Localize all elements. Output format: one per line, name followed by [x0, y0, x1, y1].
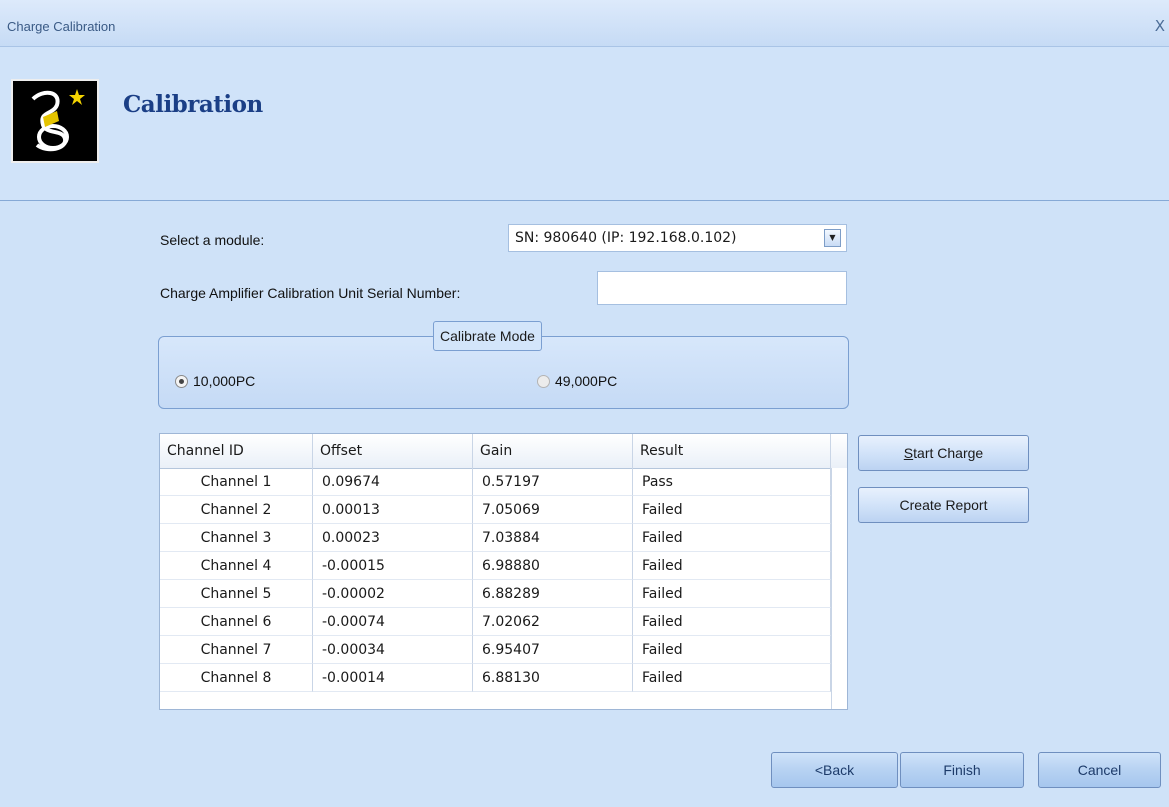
column-header-channel-id[interactable]: Channel ID	[160, 434, 313, 468]
table-cell: Channel 6	[160, 608, 313, 636]
serial-number-label: Charge Amplifier Calibration Unit Serial…	[160, 285, 461, 301]
create-report-button[interactable]: Create Report	[858, 487, 1029, 523]
table-cell: Failed	[633, 552, 831, 580]
table-cell: 0.57197	[473, 468, 633, 496]
column-header-offset[interactable]: Offset	[313, 434, 473, 468]
table-cell: Failed	[633, 608, 831, 636]
column-header-gain[interactable]: Gain	[473, 434, 633, 468]
table-row[interactable]: Channel 1 0.09674 0.57197 Pass	[160, 468, 832, 496]
table-cell: Channel 3	[160, 524, 313, 552]
table-cell: 6.88289	[473, 580, 633, 608]
page-title: Calibration	[123, 91, 263, 118]
radio-49000pc	[537, 375, 550, 388]
table-cell: Failed	[633, 524, 831, 552]
wizard-header	[0, 47, 1169, 201]
start-charge-button[interactable]: Start Charge	[858, 435, 1029, 471]
table-cell: Channel 7	[160, 636, 313, 664]
radio-10000pc-label[interactable]: 10,000PC	[193, 373, 255, 389]
column-header-result[interactable]: Result	[633, 434, 831, 468]
table-cell: 7.02062	[473, 608, 633, 636]
table-cell: Channel 8	[160, 664, 313, 692]
back-button[interactable]: <Back	[771, 752, 898, 788]
table-cell: -0.00034	[313, 636, 473, 664]
results-table: Channel ID Offset Gain Result Channel 10…	[159, 433, 848, 710]
module-select[interactable]: SN: 980640 (IP: 192.168.0.102) ▼	[508, 224, 847, 252]
table-row[interactable]: Channel 2 0.00013 7.05069 Failed	[160, 496, 832, 524]
chevron-down-icon[interactable]: ▼	[824, 229, 841, 247]
radio-10000pc[interactable]	[175, 375, 188, 388]
module-select-value: SN: 980640 (IP: 192.168.0.102)	[515, 230, 737, 246]
radio-49000pc-label: 49,000PC	[555, 373, 618, 389]
calibrate-mode-title: Calibrate Mode	[433, 321, 542, 351]
table-cell: Failed	[633, 496, 831, 524]
table-cell: -0.00074	[313, 608, 473, 636]
table-cell: Channel 1	[160, 468, 313, 496]
table-row[interactable]: Channel 3 0.00023 7.03884 Failed	[160, 524, 832, 552]
table-cell: -0.00015	[313, 552, 473, 580]
close-icon[interactable]: X	[1155, 17, 1165, 35]
table-cell: Channel 5	[160, 580, 313, 608]
table-cell: 0.00023	[313, 524, 473, 552]
table-cell: 6.88130	[473, 664, 633, 692]
start-charge-mnemonic: S	[903, 445, 914, 461]
table-cell: 6.95407	[473, 636, 633, 664]
table-scrollbar[interactable]	[831, 468, 847, 709]
finish-button[interactable]: Finish	[900, 752, 1024, 788]
table-row[interactable]: Channel 5 -0.00002 6.88289 Failed	[160, 580, 832, 608]
table-header: Channel ID Offset Gain Result	[160, 434, 847, 469]
table-cell: 6.98880	[473, 552, 633, 580]
table-cell: Failed	[633, 664, 831, 692]
table-cell: -0.00002	[313, 580, 473, 608]
table-cell: 7.03884	[473, 524, 633, 552]
table-row[interactable]: Channel 6 -0.00074 7.02062 Failed	[160, 608, 832, 636]
table-cell: 0.00013	[313, 496, 473, 524]
table-cell: 7.05069	[473, 496, 633, 524]
table-cell: Pass	[633, 468, 831, 496]
wizard-icon	[11, 79, 99, 163]
window-title: Charge Calibration	[7, 19, 116, 34]
start-charge-label: tart Charge	[913, 445, 984, 461]
table-row[interactable]: Channel 4 -0.00015 6.98880 Failed	[160, 552, 832, 580]
table-cell: 0.09674	[313, 468, 473, 496]
cancel-button[interactable]: Cancel	[1038, 752, 1161, 788]
module-label: Select a module:	[160, 232, 265, 248]
table-cell: Failed	[633, 636, 831, 664]
table-cell: Failed	[633, 580, 831, 608]
table-cell: -0.00014	[313, 664, 473, 692]
serial-number-input[interactable]	[597, 271, 847, 305]
table-row[interactable]: Channel 8 -0.00014 6.88130 Failed	[160, 664, 832, 692]
table-cell: Channel 2	[160, 496, 313, 524]
table-cell: Channel 4	[160, 552, 313, 580]
table-row[interactable]: Channel 7 -0.00034 6.95407 Failed	[160, 636, 832, 664]
title-bar: Charge Calibration X	[0, 0, 1169, 47]
